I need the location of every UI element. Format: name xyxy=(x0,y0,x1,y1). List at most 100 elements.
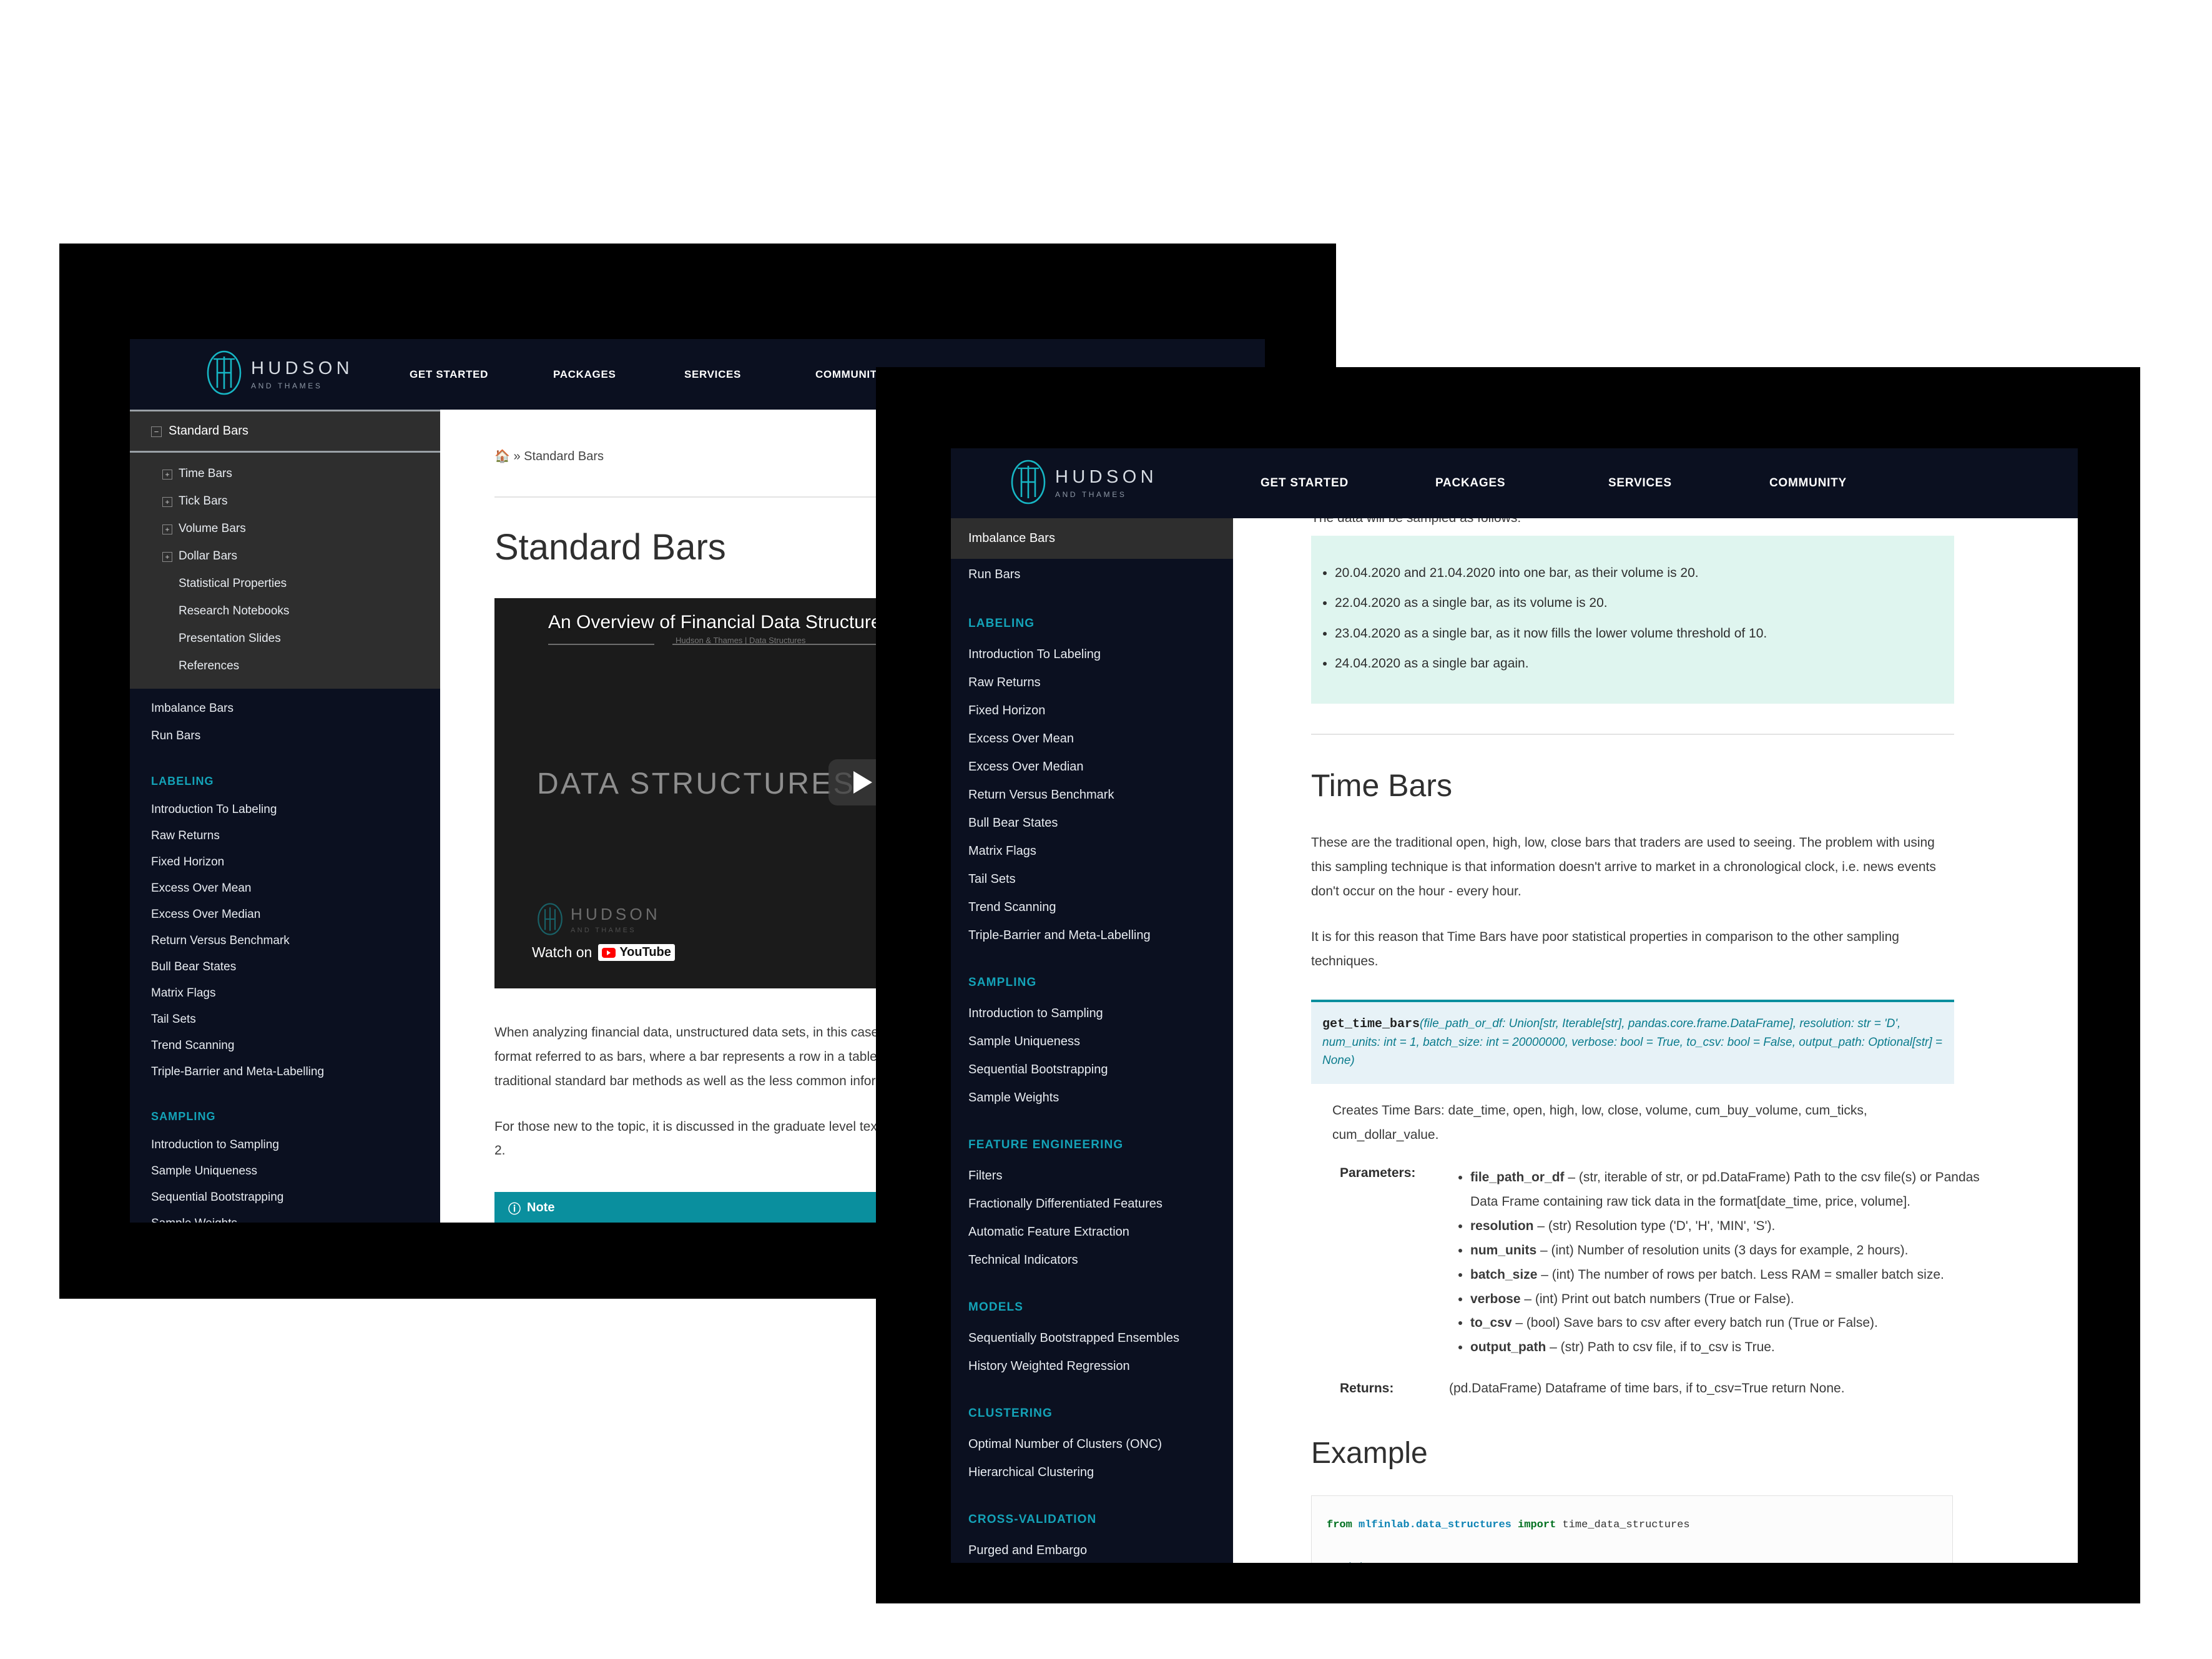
sidebar-sub-list: + Time Bars + Tick Bars + Volume Bars + Doll… xyxy=(130,453,440,689)
list-item: batch_size – (int) The number of rows pe… xyxy=(1470,1263,1988,1287)
sidebar-item-return-versus-benchmark[interactable]: Return Versus Benchmark xyxy=(130,928,440,954)
sidebar-item-label: Sequential Bootstrapping xyxy=(968,1063,1108,1076)
brand-logo[interactable]: HUDSON AND THAMES xyxy=(1010,460,1158,508)
sidebar-item-sample-uniqueness[interactable]: Sample Uniqueness xyxy=(130,1158,440,1184)
param-desc: – (int) Number of resolution units (3 da… xyxy=(1536,1243,1909,1258)
sidebar-item-fixed-horizon[interactable]: Fixed Horizon xyxy=(951,697,1233,725)
back-sidebar[interactable]: − Standard Bars + Time Bars + Tick Bars + Vo… xyxy=(130,410,440,1223)
sidebar-item-excess-over-mean[interactable]: Excess Over Mean xyxy=(130,875,440,902)
sidebar-item-excess-over-mean[interactable]: Excess Over Mean xyxy=(951,725,1233,753)
sidebar-item-trend-scanning[interactable]: Trend Scanning xyxy=(130,1033,440,1059)
sidebar-item-raw-returns[interactable]: Raw Returns xyxy=(130,823,440,849)
list-item: output_path – (str) Path to csv file, if… xyxy=(1470,1336,1988,1360)
sidebar-item-sequential-bootstrapping[interactable]: Sequential Bootstrapping xyxy=(951,1056,1233,1084)
watch-on-youtube[interactable]: Watch on YouTube xyxy=(532,944,675,961)
video-watermark-sub: AND THAMES xyxy=(571,926,636,934)
front-sidebar[interactable]: Imbalance Bars Run Bars LABELING Introdu… xyxy=(951,518,1233,1563)
sidebar-item-run-bars[interactable]: Run Bars xyxy=(130,722,440,750)
nav-link-packages[interactable]: PACKAGES xyxy=(1435,476,1608,490)
sidebar-item-fixed-horizon[interactable]: Fixed Horizon xyxy=(130,849,440,875)
sidebar-item-sequential-bootstrapping[interactable]: Sequential Bootstrapping xyxy=(130,1184,440,1211)
sidebar-item-sample-weights[interactable]: Sample Weights xyxy=(951,1084,1233,1112)
sidebar-item-optimal-number-of-clusters[interactable]: Optimal Number of Clusters (ONC) xyxy=(951,1430,1233,1459)
sidebar-item-label: Run Bars xyxy=(968,568,1021,581)
sidebar-item-label: Filters xyxy=(968,1169,1003,1183)
code-keyword-from: from xyxy=(1327,1519,1359,1532)
function-signature-block: get_time_bars(file_path_or_df: Union[str… xyxy=(1311,1000,1954,1084)
sidebar-item-return-versus-benchmark[interactable]: Return Versus Benchmark xyxy=(951,781,1233,809)
sidebar-caption-labeling: LABELING xyxy=(968,617,1035,630)
sidebar-item-introduction-to-labeling[interactable]: Introduction To Labeling xyxy=(130,797,440,823)
sidebar-item-excess-over-median[interactable]: Excess Over Median xyxy=(130,902,440,928)
sidebar-item-triple-barrier[interactable]: Triple-Barrier and Meta-Labelling xyxy=(130,1059,440,1085)
sidebar-item-matrix-flags[interactable]: Matrix Flags xyxy=(130,980,440,1007)
nav-link-community[interactable]: COMMUNITY xyxy=(1769,476,1847,490)
sidebar-item-tail-sets[interactable]: Tail Sets xyxy=(130,1007,440,1033)
sidebar-item-fractionally-differentiated-features[interactable]: Fractionally Differentiated Features xyxy=(951,1190,1233,1218)
sidebar-item-label: Fixed Horizon xyxy=(968,704,1046,717)
sidebar-item-tick-bars[interactable]: + Tick Bars xyxy=(130,488,440,515)
sidebar-item-hierarchical-clustering[interactable]: Hierarchical Clustering xyxy=(951,1459,1233,1487)
nav-link-get-started[interactable]: GET STARTED xyxy=(1261,476,1435,490)
sidebar-current-group: − Standard Bars xyxy=(130,411,440,451)
sidebar-item-dollar-bars[interactable]: + Dollar Bars xyxy=(130,543,440,570)
nav-link-services[interactable]: SERVICES xyxy=(1608,476,1769,490)
sidebar-item-time-bars[interactable]: + Time Bars xyxy=(130,460,440,488)
sidebar-item-automatic-feature-extraction[interactable]: Automatic Feature Extraction xyxy=(951,1218,1233,1246)
sidebar-item-label: Run Bars xyxy=(151,729,201,742)
sidebar-item-label: Volume Bars xyxy=(179,522,246,535)
nav-link-packages[interactable]: PACKAGES xyxy=(553,368,684,381)
sidebar-item-filters[interactable]: Filters xyxy=(951,1162,1233,1190)
sidebar-item-trend-scanning[interactable]: Trend Scanning xyxy=(951,893,1233,922)
sidebar-item-introduction-to-sampling[interactable]: Introduction to Sampling xyxy=(130,1132,440,1158)
sidebar-item-imbalance-bars[interactable]: Imbalance Bars xyxy=(951,518,1233,559)
sidebar-item-triple-barrier[interactable]: Triple-Barrier and Meta-Labelling xyxy=(951,922,1233,950)
nav-link-get-started[interactable]: GET STARTED xyxy=(410,368,553,381)
sidebar-item-imbalance-bars[interactable]: Imbalance Bars xyxy=(130,695,440,722)
sidebar-item-standard-bars[interactable]: − Standard Bars xyxy=(130,421,440,441)
sidebar-item-statistical-properties[interactable]: Statistical Properties xyxy=(130,570,440,598)
sidebar-item-label: Sequentially Bootstrapped Ensembles xyxy=(968,1331,1179,1345)
function-name: get_time_bars xyxy=(1322,1017,1420,1032)
sidebar-item-excess-over-median[interactable]: Excess Over Median xyxy=(951,753,1233,781)
sidebar-item-references[interactable]: References xyxy=(130,652,440,680)
youtube-play-icon xyxy=(602,947,616,958)
expand-icon[interactable]: + xyxy=(162,524,172,534)
sidebar-item-raw-returns[interactable]: Raw Returns xyxy=(951,669,1233,697)
sidebar-item-matrix-flags[interactable]: Matrix Flags xyxy=(951,837,1233,865)
sidebar-item-sample-uniqueness[interactable]: Sample Uniqueness xyxy=(951,1028,1233,1056)
front-nav-links: GET STARTED PACKAGES SERVICES COMMUNITY xyxy=(1261,476,1847,490)
sidebar-item-label: Excess Over Median xyxy=(151,908,261,921)
nav-link-services[interactable]: SERVICES xyxy=(684,368,815,381)
nav-link-community[interactable]: COMMUNITY xyxy=(815,368,885,381)
returns-label: Returns: xyxy=(1340,1381,1394,1396)
sidebar-item-run-bars[interactable]: Run Bars xyxy=(951,559,1233,591)
sidebar-item-purged-and-embargo[interactable]: Purged and Embargo xyxy=(951,1537,1233,1563)
collapse-icon[interactable]: − xyxy=(151,426,162,437)
expand-icon[interactable]: + xyxy=(162,552,172,562)
home-icon[interactable]: 🏠 xyxy=(494,450,510,463)
sidebar-item-label: Introduction To Labeling xyxy=(968,647,1101,661)
sidebar-item-presentation-slides[interactable]: Presentation Slides xyxy=(130,625,440,652)
sidebar-item-introduction-to-sampling[interactable]: Introduction to Sampling xyxy=(951,1000,1233,1028)
param-name: resolution xyxy=(1470,1219,1534,1234)
sidebar-item-introduction-to-labeling[interactable]: Introduction To Labeling xyxy=(951,641,1233,669)
sidebar-item-bull-bear-states[interactable]: Bull Bear States xyxy=(951,809,1233,837)
sidebar-item-bull-bear-states[interactable]: Bull Bear States xyxy=(130,954,440,980)
expand-icon[interactable]: + xyxy=(162,470,172,480)
youtube-logo: YouTube xyxy=(598,944,675,961)
sidebar-item-tail-sets[interactable]: Tail Sets xyxy=(951,865,1233,893)
list-item: to_csv – (bool) Save bars to csv after e… xyxy=(1470,1311,1988,1336)
sidebar-item-sequentially-bootstrapped-ensembles[interactable]: Sequentially Bootstrapped Ensembles xyxy=(951,1324,1233,1352)
sidebar-item-volume-bars[interactable]: + Volume Bars xyxy=(130,515,440,543)
sidebar-item-label: Fractionally Differentiated Features xyxy=(968,1197,1163,1211)
video-title-underline-left xyxy=(548,644,654,645)
brand-logo[interactable]: HUDSON AND THAMES xyxy=(206,350,353,398)
sidebar-item-label: Excess Over Mean xyxy=(151,882,252,895)
sidebar-item-sample-weights[interactable]: Sample Weights xyxy=(130,1211,440,1223)
sidebar-item-technical-indicators[interactable]: Technical Indicators xyxy=(951,1246,1233,1274)
sidebar-item-history-weighted-regression[interactable]: History Weighted Regression xyxy=(951,1352,1233,1381)
expand-icon[interactable]: + xyxy=(162,497,172,507)
sidebar-item-research-notebooks[interactable]: Research Notebooks xyxy=(130,598,440,625)
